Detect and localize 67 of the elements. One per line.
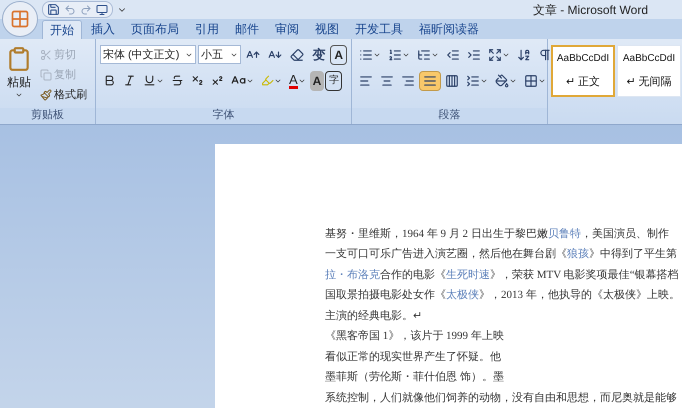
bullet-list-icon: [359, 48, 373, 62]
brush-icon: [40, 88, 52, 101]
document-line: 墨菲斯（劳伦斯・菲什伯恩 饰）。墨: [325, 370, 504, 386]
style-tile[interactable]: AaBbCcDdI ↵ 无间隔: [617, 44, 681, 97]
style-tile[interactable]: AaBbCcDdI ↵ 正文: [551, 44, 615, 97]
borders-icon: [524, 74, 538, 88]
document-line: 拉・布洛克合作的电影《生死时速》，荣获 MTV 电影奖项最佳“银幕搭档: [325, 268, 679, 283]
document-line: 《黑客帝国 1》，该片于 1999 年上映: [325, 328, 504, 344]
phonetic-button[interactable]: 变: [309, 44, 328, 65]
numbered-list-icon: [388, 48, 402, 62]
distribute-icon: [445, 74, 459, 88]
underline-icon: [143, 74, 156, 88]
align-justify-icon: [423, 74, 437, 88]
preview-icon: [96, 4, 108, 16]
decrease-indent-icon: [446, 48, 460, 62]
ribbon-tab[interactable]: 页面布局: [124, 20, 186, 39]
group-label: 段落: [438, 108, 460, 124]
increase-indent-icon: [467, 48, 481, 62]
paint-bucket-icon: [495, 74, 509, 88]
ribbon-tab[interactable]: 视图: [308, 20, 346, 39]
document-line: 国取景拍摄电影处女作《太极侠》，2013 年，他执导的《太极侠》上映。: [325, 288, 680, 304]
shading-button[interactable]: A: [310, 70, 324, 91]
italic-icon: [123, 74, 136, 88]
ribbon-tab[interactable]: 开发工具: [348, 20, 410, 39]
ribbon-tab[interactable]: 插入: [84, 20, 122, 39]
sort-icon: [517, 48, 531, 62]
subscript-icon: [191, 74, 204, 88]
clipboard-item[interactable]: 格式刷: [37, 84, 90, 105]
ribbon-tab[interactable]: 邮件: [228, 20, 266, 39]
ribbon-tab[interactable]: 审阅: [268, 20, 306, 39]
strikethrough-icon: [171, 74, 184, 88]
enclose-button[interactable]: 字: [325, 70, 342, 91]
font-name-field[interactable]: 宋体 (中文正文): [100, 45, 196, 64]
office-button[interactable]: [2, 1, 38, 37]
window-title: 文章 - Microsoft Word: [532, 2, 648, 19]
line-spacing-icon: [466, 74, 480, 88]
multilevel-list-icon: [417, 48, 431, 62]
eraser-icon: [290, 48, 304, 62]
border-button[interactable]: A: [330, 44, 347, 65]
redo-icon: [80, 4, 92, 16]
align-right-icon: [401, 74, 415, 88]
superscript-icon: [211, 74, 224, 88]
paste-button[interactable]: 粘贴: [4, 44, 34, 105]
align-center-icon: [380, 74, 394, 88]
undo-icon: [64, 4, 76, 16]
group-label: 字体: [212, 108, 234, 124]
office-logo-icon: [10, 9, 30, 29]
save-icon: [47, 3, 60, 16]
highlighter-icon: [261, 74, 274, 88]
ribbon-tab[interactable]: 福昕阅读器: [412, 20, 486, 39]
scissors-icon: [40, 48, 52, 61]
align-left-icon: [359, 74, 373, 88]
pilcrow-icon: [538, 48, 552, 62]
group-label: 剪贴板: [31, 108, 64, 124]
asian-layout-icon: [488, 48, 502, 62]
document-line: 基努・里维斯，1964 年 9 月 2 日出生于黎巴嫩贝鲁特，美国演员、制作: [325, 226, 669, 242]
ribbon-tab[interactable]: 开始: [42, 20, 82, 39]
copy-icon: [40, 68, 52, 81]
document-line: 系统控制，人们就像他们饲养的动物，没有自由和思想，而尼奥就是能够: [325, 390, 677, 406]
font-color-button[interactable]: A: [286, 70, 309, 91]
ribbon-tab[interactable]: 引用: [188, 20, 226, 39]
document-line: 一支可口可乐广告进入演艺圈，然后他在舞台剧《狼孩》中得到了平生第: [325, 246, 677, 262]
document-line: 看似正常的现实世界产生了怀疑。他: [325, 350, 501, 365]
font-size-field[interactable]: 小五: [198, 45, 242, 64]
align-button[interactable]: [419, 70, 441, 91]
document-line: 主演的经典电影。↵: [325, 308, 422, 324]
bold-icon: [103, 74, 116, 88]
